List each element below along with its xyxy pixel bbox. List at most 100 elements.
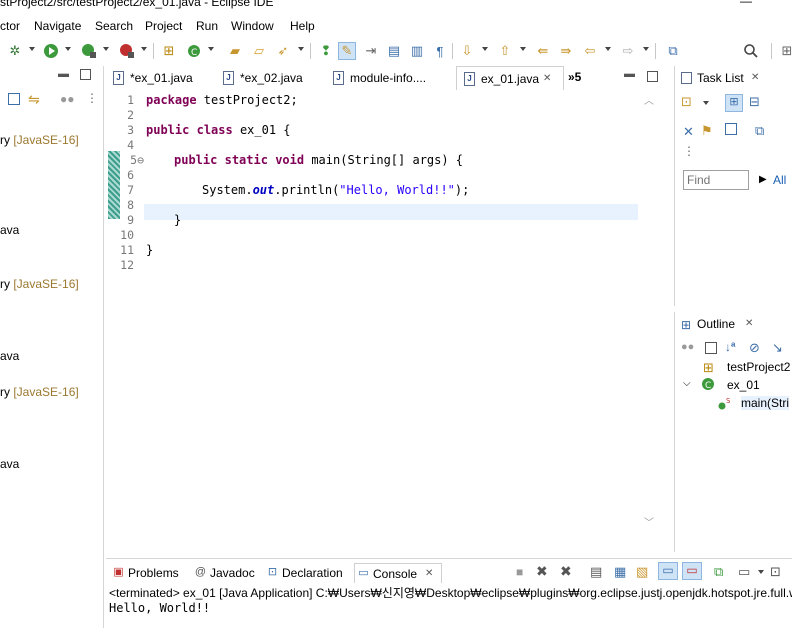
line-number[interactable]: 5⊖ xyxy=(118,153,144,167)
link-editor-icon[interactable]: ⇋ xyxy=(28,91,40,108)
tab-module-info[interactable]: J module-info.... xyxy=(326,66,456,90)
open-perspective-icon[interactable]: ⊞ xyxy=(778,42,792,60)
forward-dropdown-icon[interactable] xyxy=(643,47,649,51)
back-icon[interactable]: ⇚ xyxy=(534,42,552,60)
run-icon[interactable] xyxy=(42,42,60,60)
editor-vertical-scrollbar[interactable]: ︿ ﹀ xyxy=(642,92,656,536)
tab-problems[interactable]: ▣ Problems xyxy=(110,563,178,583)
external-tools-icon[interactable] xyxy=(118,42,136,60)
menu-window[interactable]: Window xyxy=(231,19,274,33)
hide-fields-icon[interactable]: ●● xyxy=(681,341,694,353)
view-menu-icon[interactable]: ⋮ xyxy=(86,91,98,105)
outline-title[interactable]: Outline xyxy=(697,317,735,331)
close-task-list-icon[interactable]: ✕ xyxy=(751,72,759,83)
search-icon[interactable]: ➶ xyxy=(274,42,292,60)
minimize-editor-icon[interactable]: ▬ xyxy=(624,68,635,80)
editor-body[interactable]: 1 2 3 4 5⊖ 6 7 8 9 10 11 12 package test… xyxy=(106,90,660,570)
pin-dropdown-icon[interactable] xyxy=(520,47,526,51)
menu-navigate[interactable]: Navigate xyxy=(34,19,81,33)
nav-back-icon[interactable]: ⇦ xyxy=(581,42,599,60)
search-dropdown-icon[interactable] xyxy=(298,47,304,51)
sort-icon[interactable]: ↓ª xyxy=(725,340,735,354)
scroll-up-icon[interactable]: ︿ xyxy=(644,92,654,107)
tab-declaration[interactable]: ⊡ Declaration xyxy=(264,563,343,583)
focus-icon[interactable]: ⊟ xyxy=(749,94,760,110)
debug-dropdown-icon[interactable] xyxy=(29,47,35,51)
forward-icon[interactable]: ⇨ xyxy=(619,42,637,60)
terminate-icon[interactable]: ■ xyxy=(516,565,523,579)
menu-run[interactable]: Run xyxy=(196,19,218,33)
remove-launch-icon[interactable]: ✖ xyxy=(536,563,548,580)
new-package-icon[interactable]: ⊞ xyxy=(160,42,178,60)
tree-item[interactable]: ava xyxy=(0,457,19,471)
last-edit-icon[interactable]: ⇩ xyxy=(458,42,476,60)
new-class-icon[interactable]: C xyxy=(185,42,203,60)
close-outline-icon[interactable]: ✕ xyxy=(745,318,753,329)
view-menu-icon[interactable]: ⋮ xyxy=(683,144,695,158)
coverage-dropdown-icon[interactable] xyxy=(103,47,109,51)
link-tasks-icon[interactable]: ⧉ xyxy=(755,123,764,139)
tab-overflow-button[interactable]: »5 xyxy=(568,70,581,84)
perspective-icon[interactable]: ⧉ xyxy=(664,42,682,60)
display-selected-console-icon[interactable]: ▭ xyxy=(738,564,750,580)
prev-annotation-icon[interactable]: ▥ xyxy=(408,42,426,60)
open-console-icon[interactable]: ⊡ xyxy=(770,564,781,580)
outline-package-item[interactable]: testProject2 xyxy=(727,360,790,374)
collapse-tasks-icon[interactable] xyxy=(725,123,737,135)
next-annotation-icon[interactable]: ▤ xyxy=(385,42,403,60)
new-class-dropdown-icon[interactable] xyxy=(208,47,214,51)
menu-project[interactable]: Project xyxy=(145,19,182,33)
external-tools-dropdown-icon[interactable] xyxy=(141,47,147,51)
show-on-stdout-icon[interactable]: ▭ xyxy=(658,562,678,580)
display-console-dropdown-icon[interactable] xyxy=(758,570,764,574)
new-task-dropdown-icon[interactable] xyxy=(703,101,709,105)
tab-ex01-modified[interactable]: J *ex_01.java xyxy=(106,66,216,90)
tree-item[interactable]: ry [JavaSE-16] xyxy=(0,277,79,291)
menu-refactor[interactable]: ctor xyxy=(0,19,20,33)
menu-search[interactable]: Search xyxy=(95,19,133,33)
task-list-title[interactable]: Task List xyxy=(697,71,744,85)
tab-javadoc[interactable]: @ Javadoc xyxy=(192,563,255,583)
hide-static-icon[interactable]: ↘ xyxy=(772,340,783,356)
tree-item[interactable]: ry [JavaSE-16] xyxy=(0,385,79,399)
menu-help[interactable]: Help xyxy=(290,19,315,33)
show-on-stderr-icon[interactable]: ▭ xyxy=(682,562,702,580)
close-tab-icon[interactable]: ✕ xyxy=(543,67,551,91)
coverage-icon[interactable] xyxy=(80,42,98,60)
annotation-icon[interactable]: ❢ xyxy=(317,42,335,60)
remove-all-launches-icon[interactable]: ✖ xyxy=(560,563,572,580)
collapse-outline-icon[interactable] xyxy=(705,342,717,354)
maximize-view-icon[interactable] xyxy=(80,69,91,80)
minimize-button[interactable]: — xyxy=(740,0,752,8)
synchronize-icon[interactable]: ⚑ xyxy=(701,123,713,139)
last-edit-dropdown-icon[interactable] xyxy=(482,47,488,51)
tree-item[interactable]: ry [JavaSE-16] xyxy=(0,133,79,147)
outline-method-item[interactable]: main(Stri xyxy=(741,396,790,410)
word-wrap-icon[interactable]: ⇥ xyxy=(362,42,380,60)
tab-console[interactable]: ▭ Console ✕ xyxy=(354,563,442,583)
tab-ex01-active[interactable]: J ex_01.java ✕ xyxy=(456,66,564,90)
outline-class-item[interactable]: ex_01 xyxy=(727,378,760,392)
search-toolbar-icon[interactable] xyxy=(742,42,760,60)
pin-console-icon[interactable]: ⧉ xyxy=(714,564,723,580)
scroll-lock-icon[interactable]: ▦ xyxy=(614,564,626,580)
filter-icon[interactable]: ●● xyxy=(60,92,75,106)
hide-completed-icon[interactable]: ✕ xyxy=(683,124,694,140)
open-type-icon[interactable]: ▰ xyxy=(226,42,244,60)
nav-back-dropdown-icon[interactable] xyxy=(605,47,611,51)
tree-item[interactable]: ava xyxy=(0,223,19,237)
clear-console-icon[interactable]: ▤ xyxy=(590,564,602,580)
pin-icon[interactable]: ⇧ xyxy=(496,42,514,60)
close-console-icon[interactable]: ✕ xyxy=(425,564,433,584)
open-folder-icon[interactable]: ▱ xyxy=(250,42,268,60)
task-all-link[interactable]: All xyxy=(773,173,786,187)
maximize-editor-icon[interactable] xyxy=(647,71,658,82)
highlight-icon[interactable]: ✎ xyxy=(338,42,356,60)
run-dropdown-icon[interactable] xyxy=(65,47,71,51)
quick-access-icon[interactable]: ⇛ xyxy=(557,42,575,60)
tab-ex02-modified[interactable]: J *ex_02.java xyxy=(216,66,326,90)
chevron-down-icon[interactable]: ⌵ xyxy=(683,378,691,389)
task-filter-arrow-icon[interactable]: ▶ xyxy=(759,174,767,185)
categorize-icon[interactable]: ⊞ xyxy=(725,94,743,112)
collapse-all-icon[interactable] xyxy=(8,93,20,105)
